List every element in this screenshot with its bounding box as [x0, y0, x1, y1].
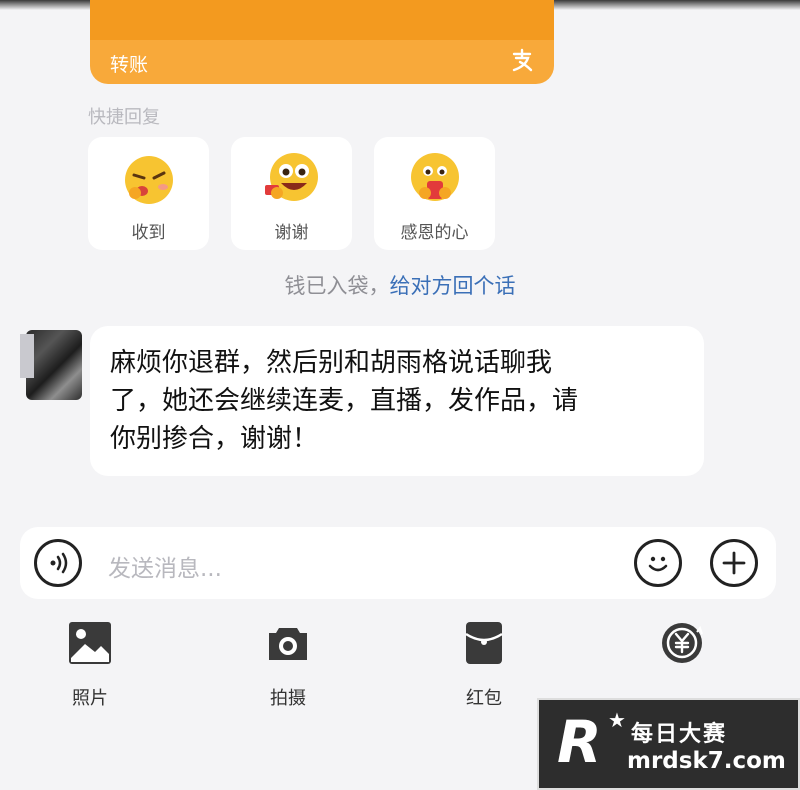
watermark-logo: R — [557, 708, 602, 776]
tool-label: 拍摄 — [270, 688, 306, 709]
heart-emoji-icon — [411, 153, 459, 201]
camera-button[interactable]: 拍摄 — [238, 620, 338, 710]
more-button[interactable] — [710, 539, 758, 587]
watermark-name: 每日大赛 — [631, 722, 728, 747]
notice-text: 钱已入袋， — [284, 274, 390, 298]
camera-icon — [269, 628, 307, 660]
avatar[interactable] — [20, 330, 82, 400]
system-notice: 钱已入袋，给对方回个话 — [0, 270, 800, 300]
quick-reply-grateful[interactable]: 感恩的心 — [374, 137, 495, 250]
quick-reply-received[interactable]: 收到 — [88, 137, 209, 250]
watermark: R ★ 每日大赛 mrdsk7.com — [537, 698, 800, 790]
red-packet-button[interactable]: 红包 — [434, 620, 534, 710]
message-bubble: 麻烦你退群，然后别和胡雨格说话聊我 了，她还会继续连麦，直播，发作品，请 你别掺… — [90, 326, 704, 476]
tool-label: 照片 — [72, 688, 108, 709]
wink-emoji-icon — [125, 156, 173, 204]
transfer-button[interactable] — [632, 620, 732, 684]
voice-button[interactable] — [34, 539, 82, 587]
photo-icon — [69, 622, 111, 664]
tool-label: 红包 — [466, 688, 502, 709]
message-input[interactable]: 发送消息... — [108, 549, 222, 583]
quick-reply-title: 快捷回复 — [88, 107, 160, 128]
reply-label: 收到 — [131, 223, 166, 243]
transfer-card[interactable]: 转账 — [90, 0, 554, 84]
smile-icon — [648, 556, 668, 572]
reply-label: 感恩的心 — [400, 223, 469, 243]
grin-emoji-icon — [265, 153, 318, 201]
alipay-icon — [512, 48, 533, 72]
message-input-bar: 发送消息... — [20, 527, 776, 599]
transfer-card-body — [90, 0, 554, 40]
reply-link[interactable]: 给对方回个话 — [390, 274, 516, 298]
message-text: 麻烦你退群，然后别和胡雨格说话聊我 了，她还会继续连麦，直播，发作品，请 你别掺… — [110, 348, 579, 454]
transfer-label: 转账 — [110, 54, 149, 76]
voice-icon — [50, 552, 68, 574]
emoji-button[interactable] — [634, 539, 682, 587]
photo-button[interactable]: 照片 — [40, 620, 140, 710]
yuan-transfer-icon — [662, 623, 703, 663]
star-icon: ★ — [608, 708, 626, 732]
plus-icon — [722, 551, 746, 575]
quick-reply-thanks[interactable]: 谢谢 — [231, 137, 352, 250]
watermark-url: mrdsk7.com — [627, 748, 786, 774]
red-packet-icon — [465, 622, 503, 664]
reply-label: 谢谢 — [274, 223, 309, 243]
